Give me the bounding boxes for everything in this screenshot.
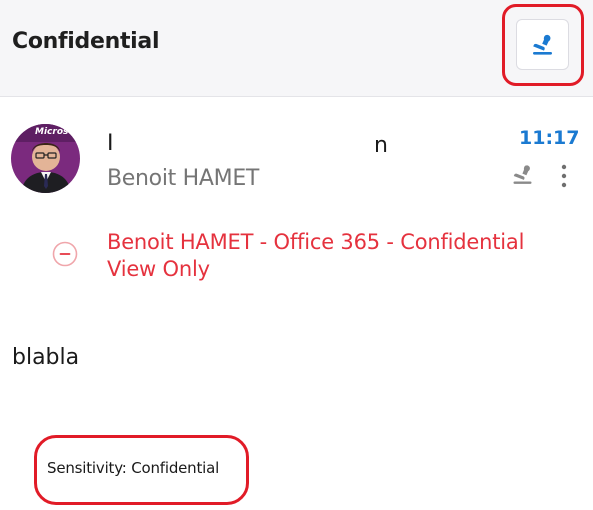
message-subject: I: [107, 131, 114, 156]
sender-name[interactable]: Benoit HAMET: [107, 166, 259, 191]
avatar[interactable]: Microsoft: [11, 124, 80, 193]
stamp-icon: [513, 165, 532, 184]
more-vertical-icon: [561, 164, 567, 188]
minus-circle-icon: [52, 241, 78, 267]
message-subject-end: n: [374, 133, 388, 158]
message-body: blabla: [12, 345, 80, 370]
mail-read-view: Confidential Microsoft I n Benoit HAMET …: [0, 0, 593, 510]
more-options-button[interactable]: [556, 163, 572, 189]
stamp-icon: [532, 34, 552, 55]
sensitivity-footer: Sensitivity: Confidential: [47, 459, 220, 477]
protection-label[interactable]: Benoit HAMET - Office 365 - Confidential…: [107, 229, 577, 283]
header-bar: Confidential: [0, 0, 593, 97]
message-time: 11:17: [519, 127, 580, 149]
sensitivity-stamp-button[interactable]: [516, 19, 569, 70]
avatar-logo-text: Microsoft: [35, 127, 80, 137]
page-title: Confidential: [12, 29, 160, 54]
